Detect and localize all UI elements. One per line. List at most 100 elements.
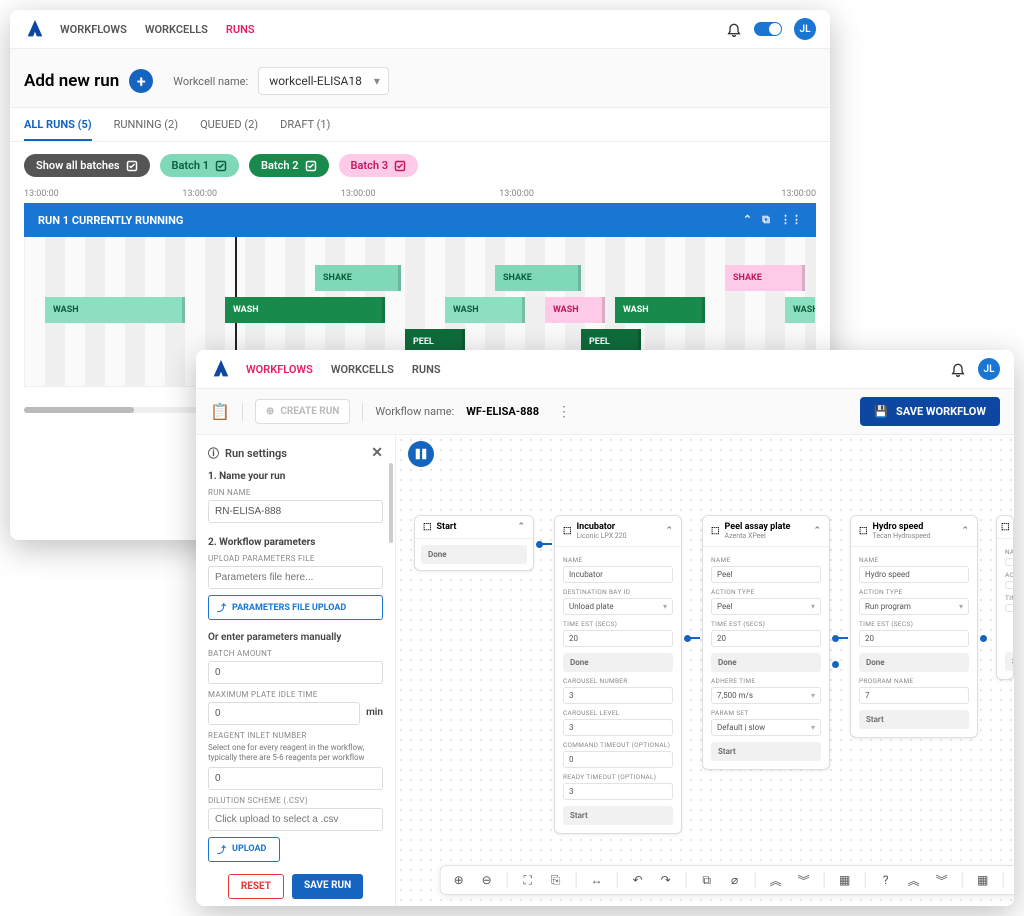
add-run-button[interactable]: +	[129, 69, 153, 93]
adhere-time-select[interactable]: 7,500 m/s	[711, 687, 821, 704]
nav-runs[interactable]: RUNS	[412, 363, 441, 376]
name-input[interactable]: Hydro speed	[859, 566, 969, 583]
carousel-level-input[interactable]: 3	[563, 719, 673, 736]
nav-workflows[interactable]: WORKFLOWS	[60, 23, 127, 36]
workcell-select[interactable]: workcell-ELISA18	[258, 67, 389, 95]
dilution-input[interactable]	[208, 808, 383, 831]
field-label: ACTION TYPE	[711, 588, 821, 596]
block-shake[interactable]: SHAKE	[495, 265, 581, 291]
expand-icon[interactable]: ↔	[589, 872, 605, 888]
ready-timeout-input[interactable]: 3	[563, 783, 673, 800]
idle-time-input[interactable]	[208, 702, 360, 725]
expand-all-icon[interactable]: ︾	[796, 872, 812, 888]
action-type-select[interactable]: Peel	[711, 598, 821, 615]
reagent-input[interactable]	[208, 767, 383, 790]
chevron-up-icon[interactable]: ⌃	[813, 526, 821, 536]
chip-batch-1[interactable]: Batch 1	[160, 154, 239, 177]
nav-runs[interactable]: RUNS	[226, 23, 255, 36]
chip-batch-2[interactable]: Batch 2	[249, 154, 328, 177]
program-name-input[interactable]: 7	[859, 687, 969, 704]
nav-workcells[interactable]: WORKCELLS	[331, 363, 394, 376]
create-run-button[interactable]: ⊕CREATE RUN	[255, 399, 350, 424]
port-out[interactable]	[980, 635, 987, 642]
link-icon[interactable]: ⧉	[699, 872, 715, 888]
bell-icon[interactable]	[950, 361, 966, 377]
block-wash[interactable]: WASH	[445, 297, 525, 323]
collapse-icon[interactable]: ⌃	[743, 213, 752, 227]
block-wash[interactable]: WASH	[615, 297, 705, 323]
block-wash[interactable]: WASH	[545, 297, 605, 323]
chip-all-batches[interactable]: Show all batches	[24, 154, 150, 177]
copy-icon[interactable]: ⧉	[762, 213, 770, 227]
cube-icon: ⬚	[859, 526, 868, 536]
run-banner[interactable]: RUN 1 CURRENTLY RUNNING ⌃ ⧉ ⋮⋮	[24, 203, 816, 237]
chip-batch-3[interactable]: Batch 3	[339, 154, 418, 177]
chevron-up-icon[interactable]: ⌃	[517, 522, 525, 532]
input[interactable]	[1005, 604, 1014, 612]
block-shake[interactable]: SHAKE	[725, 265, 805, 291]
layout-icon[interactable]	[408, 441, 434, 467]
parameters-upload-button[interactable]: ⤴PARAMETERS FILE UPLOAD	[208, 595, 383, 620]
zoom-in-icon[interactable]: ⊕	[451, 872, 467, 888]
port-out[interactable]	[832, 661, 839, 668]
time-input[interactable]: 20	[563, 630, 673, 647]
fit-icon[interactable]: ⛶	[520, 872, 536, 888]
clipboard-icon[interactable]: 📋	[210, 402, 230, 421]
block-wash[interactable]: WASH	[45, 297, 185, 323]
time-input[interactable]: 20	[711, 630, 821, 647]
node-partial[interactable]: ⬚ NAM ACT TIM S	[996, 515, 1014, 680]
chevron-up-icon[interactable]: ⌃	[665, 526, 673, 536]
batch-amount-input[interactable]	[208, 661, 383, 684]
block-wash[interactable]: WASH	[785, 297, 816, 323]
tab-queued[interactable]: QUEUED (2)	[200, 118, 258, 141]
theme-toggle[interactable]	[754, 22, 782, 36]
close-icon[interactable]: ✕	[371, 445, 383, 461]
tab-running[interactable]: RUNNING (2)	[114, 118, 178, 141]
tab-all-runs[interactable]: ALL RUNS (5)	[24, 118, 92, 141]
reset-button[interactable]: RESET	[228, 874, 284, 899]
workflow-canvas[interactable]: ⬚Start⌃ Done ⬚IncubatorLiconic LPX 220⌃ …	[396, 435, 1014, 906]
block-wash[interactable]: WASH	[225, 297, 385, 323]
cmd-timeout-input[interactable]: 0	[563, 751, 673, 768]
collapse-all-icon[interactable]: ︽	[906, 872, 922, 888]
parameters-file-input[interactable]	[208, 566, 383, 589]
action-type-select[interactable]: Run program	[859, 598, 969, 615]
node-start[interactable]: ⬚Start⌃ Done	[414, 515, 534, 571]
tab-draft[interactable]: DRAFT (1)	[280, 118, 330, 141]
node-peel[interactable]: ⬚Peel assay plateAzenta XPeel⌃ NAME Peel…	[702, 515, 830, 770]
run-name-input[interactable]	[208, 500, 383, 523]
collapse-all-icon[interactable]: ︽	[768, 872, 784, 888]
lock-icon[interactable]: ⎘	[548, 872, 564, 888]
bell-icon[interactable]	[726, 21, 742, 37]
param-set-select[interactable]: Default | slow	[711, 719, 821, 736]
avatar[interactable]: JL	[978, 358, 1000, 380]
carousel-number-input[interactable]: 3	[563, 687, 673, 704]
name-input[interactable]: Incubator	[563, 566, 673, 583]
unlink-icon[interactable]: ⌀	[727, 872, 743, 888]
input[interactable]	[1005, 558, 1014, 566]
undo-icon[interactable]: ↶	[630, 872, 646, 888]
zoom-out-icon[interactable]: ⊖	[479, 872, 495, 888]
nav-workflows[interactable]: WORKFLOWS	[246, 363, 313, 376]
input[interactable]	[1005, 581, 1014, 589]
layout-icon[interactable]: ▦	[837, 872, 853, 888]
redo-icon[interactable]: ↷	[658, 872, 674, 888]
block-shake[interactable]: SHAKE	[315, 265, 401, 291]
chevron-up-icon[interactable]: ⌃	[961, 526, 969, 536]
layout-icon[interactable]: ▦	[975, 872, 991, 888]
node-incubator[interactable]: ⬚IncubatorLiconic LPX 220⌃ NAME Incubato…	[554, 515, 682, 834]
more-icon[interactable]: ⋮⋮	[780, 213, 802, 227]
time-input[interactable]: 20	[859, 630, 969, 647]
avatar[interactable]: JL	[794, 18, 816, 40]
workflow-kebab-icon[interactable]: ⋮	[557, 404, 571, 420]
dilution-upload-button[interactable]: ⤴UPLOAD	[208, 837, 280, 862]
save-run-button[interactable]: SAVE RUN	[292, 874, 363, 899]
nav-workcells[interactable]: WORKCELLS	[145, 23, 208, 36]
divider	[824, 872, 825, 888]
name-input[interactable]: Peel	[711, 566, 821, 583]
help-icon[interactable]: ?	[878, 872, 894, 888]
expand-all-icon[interactable]: ︾	[934, 872, 950, 888]
destination-select[interactable]: Unload plate	[563, 598, 673, 615]
save-workflow-button[interactable]: 💾SAVE WORKFLOW	[860, 397, 1000, 426]
node-hydrospeed[interactable]: ⬚Hydro speedTecan Hydrospeed⌃ NAME Hydro…	[850, 515, 978, 738]
